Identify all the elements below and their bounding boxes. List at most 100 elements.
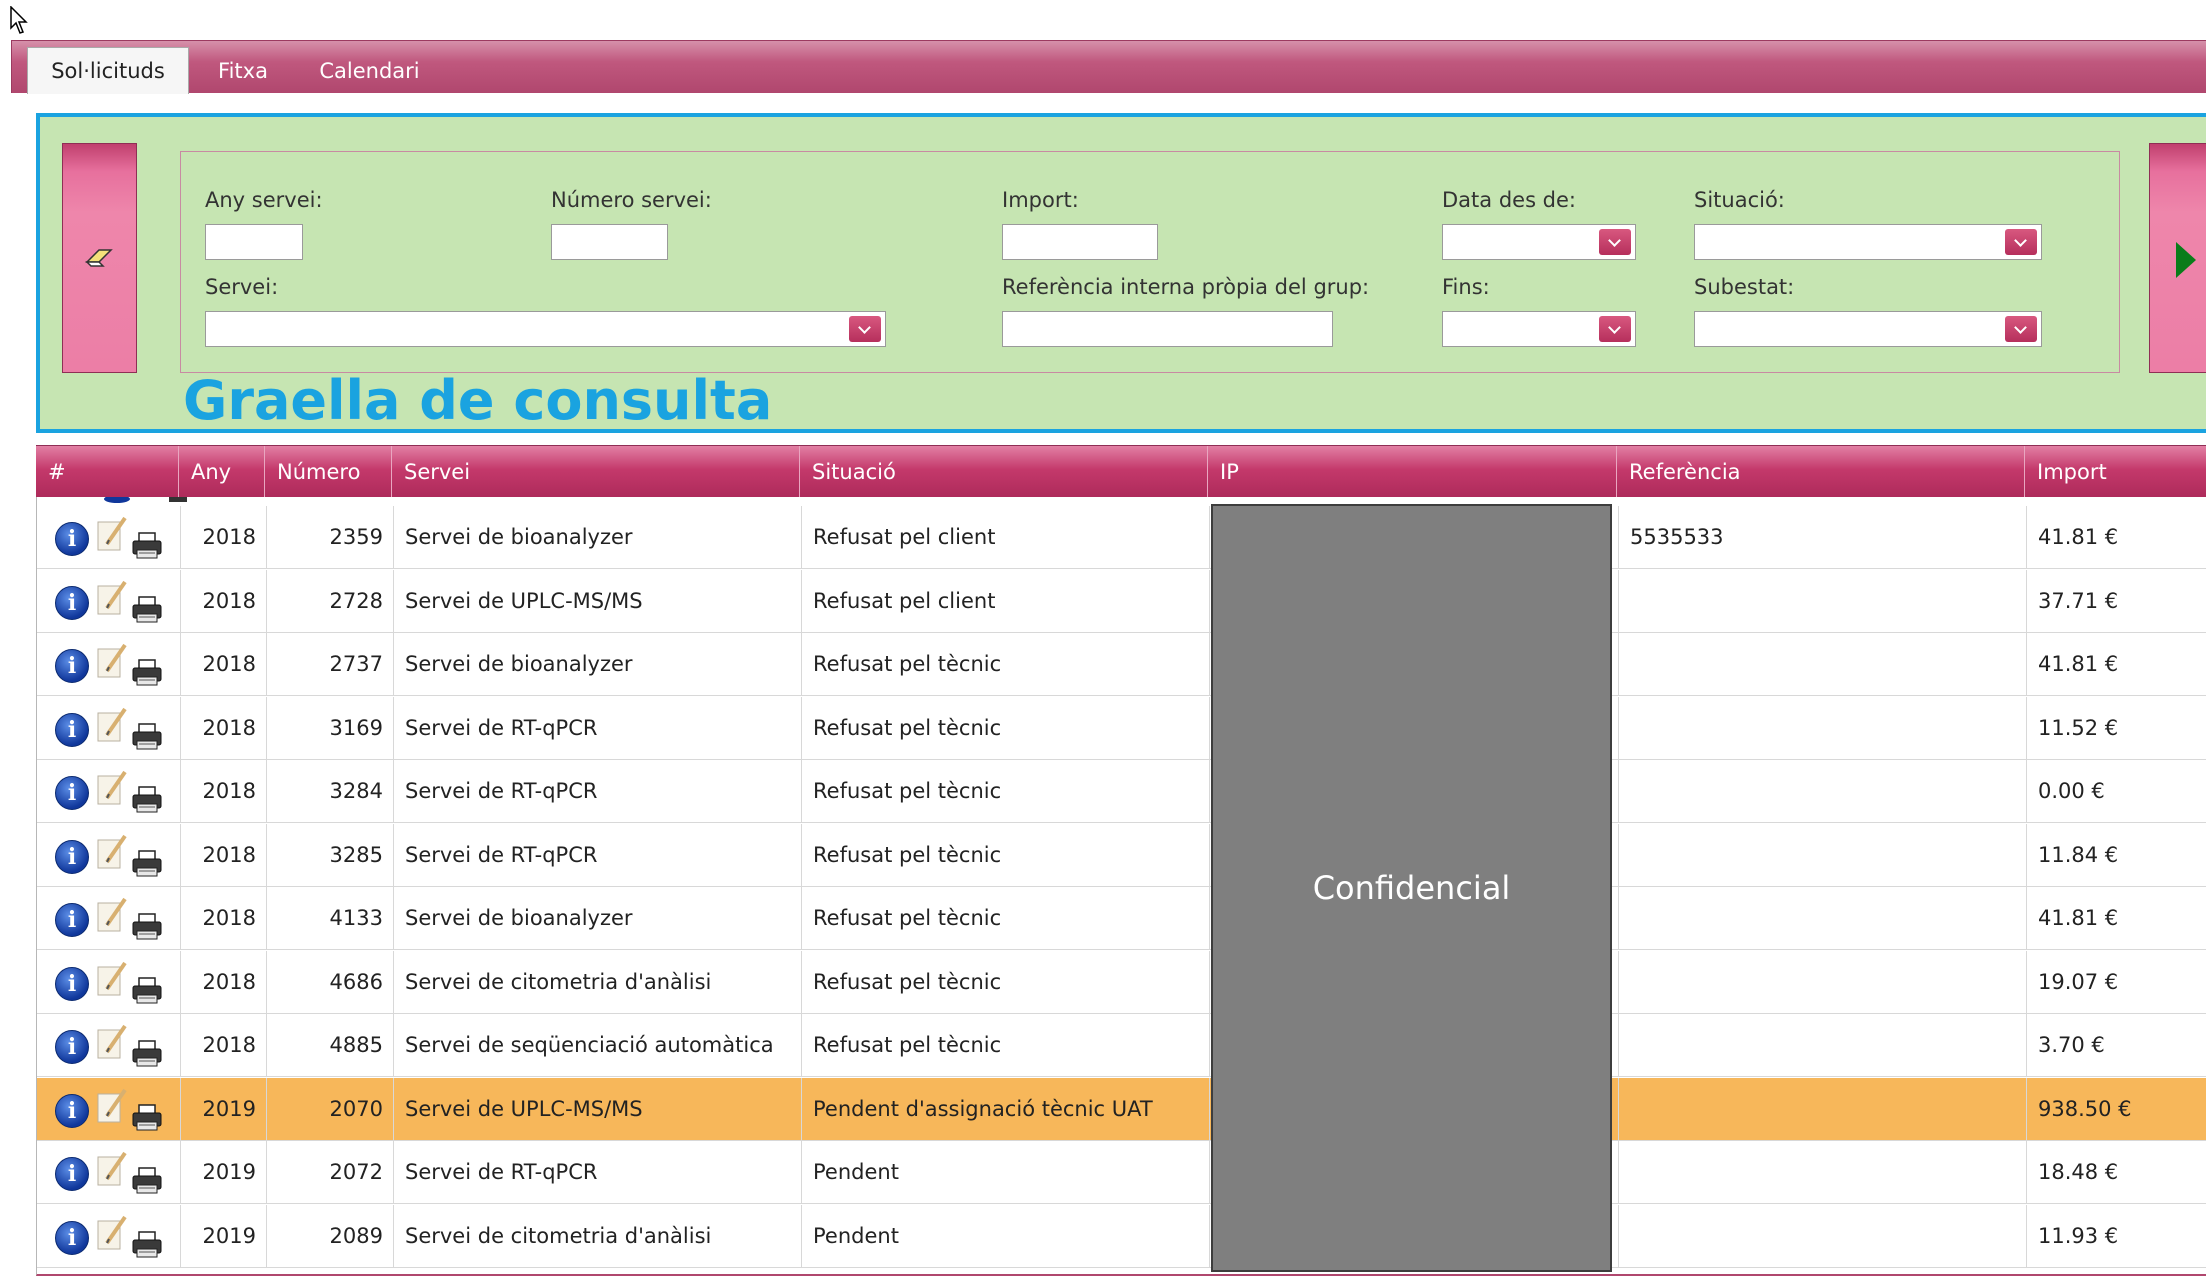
info-icon[interactable]: i	[55, 839, 89, 874]
cell-referencia	[1618, 1141, 2026, 1204]
edit-icon[interactable]	[95, 832, 129, 872]
edit-icon[interactable]	[95, 895, 129, 935]
column-divider	[1209, 696, 1210, 760]
info-icon[interactable]: i	[55, 712, 89, 747]
print-icon[interactable]	[131, 1167, 163, 1195]
cell-any: 2018	[202, 652, 256, 676]
edit-icon[interactable]	[95, 1086, 129, 1126]
print-icon[interactable]	[131, 532, 163, 560]
chevron-down-icon[interactable]	[1599, 229, 1631, 255]
print-icon[interactable]	[131, 595, 163, 624]
edit-icon[interactable]	[95, 1022, 129, 1062]
cell-situacio: Pendent d'assignació tècnic UAT	[813, 1096, 1153, 1121]
fins-label: Fins:	[1442, 275, 1490, 299]
tab-sollicituds[interactable]: Sol·licituds	[27, 47, 189, 94]
cell-any: 2018	[202, 969, 256, 994]
info-icon[interactable]: i	[55, 585, 89, 620]
column-header-situacio[interactable]: Situació	[800, 446, 1208, 498]
data-des-de-select[interactable]	[1442, 224, 1636, 260]
edit-icon[interactable]	[95, 768, 129, 808]
chevron-down-icon[interactable]	[1599, 316, 1631, 342]
print-icon[interactable]	[131, 1103, 163, 1132]
table-row[interactable]: i 2019 2089 Servei de citometria d'anàlisi P…	[37, 1204, 2206, 1268]
table-row[interactable]: i 2018 3285 Servei de RT-qPCR Refusat pel tè…	[37, 823, 2206, 887]
cell-import: 938.50 €	[2038, 1096, 2132, 1121]
cell-referencia	[1618, 697, 2026, 760]
any-servei-label: Any servei:	[205, 188, 323, 212]
column-header-numero[interactable]: Número	[265, 446, 392, 498]
situacio-select[interactable]	[1694, 224, 2042, 260]
table-row[interactable]: i 2019 2072 Servei de RT-qPCR Pendent 18.48 €	[37, 1141, 2206, 1204]
cell-any: 2018	[202, 906, 256, 930]
print-icon[interactable]	[131, 786, 163, 814]
edit-icon[interactable]	[95, 578, 129, 618]
table-row[interactable]: i 2018 2359 Servei de bioanalyzer Refusat pe…	[37, 506, 2206, 569]
info-icon[interactable]: i	[55, 1030, 89, 1064]
info-icon[interactable]: i	[55, 649, 89, 683]
column-header-hash[interactable]: #	[36, 446, 179, 498]
column-header-referencia[interactable]: Referència	[1617, 446, 2025, 498]
edit-icon[interactable]	[95, 1149, 129, 1189]
cell-situacio: Refusat pel tècnic	[813, 969, 1002, 994]
column-header-servei[interactable]: Servei	[392, 446, 800, 498]
column-header-import[interactable]: Import	[2025, 446, 2206, 498]
print-icon[interactable]	[131, 659, 163, 687]
table-row[interactable]: i 2018 3284 Servei de RT-qPCR Refusat pel tè…	[37, 760, 2206, 823]
info-icon[interactable]: i	[55, 903, 89, 937]
play-icon	[2176, 242, 2196, 278]
numero-servei-input[interactable]	[551, 224, 668, 260]
chevron-down-icon[interactable]	[2005, 316, 2037, 342]
table-row[interactable]: i 2018 4133 Servei de bioanalyzer Refusat pe…	[37, 887, 2206, 950]
column-header-ip[interactable]: IP	[1208, 446, 1617, 498]
any-servei-input[interactable]	[205, 224, 303, 260]
table-row[interactable]: i 2018 4686 Servei de citometria d'anàlisi R…	[37, 950, 2206, 1014]
cell-referencia	[1618, 633, 2026, 696]
fins-select[interactable]	[1442, 311, 1636, 347]
print-icon[interactable]	[131, 722, 163, 751]
run-search-button[interactable]	[2149, 143, 2206, 373]
cell-referencia	[1618, 760, 2026, 823]
clear-filters-button[interactable]	[62, 143, 137, 373]
cell-import: 18.48 €	[2038, 1160, 2119, 1184]
column-divider	[1209, 760, 1210, 823]
info-icon[interactable]: i	[55, 1220, 89, 1255]
table-row[interactable]: i 2019 2070 Servei de UPLC-MS/MS Pendent d'a…	[37, 1077, 2206, 1141]
cell-servei: Servei de UPLC-MS/MS	[405, 1096, 643, 1121]
info-icon[interactable]: i	[55, 1093, 89, 1128]
print-icon[interactable]	[131, 913, 163, 941]
cell-servei: Servei de bioanalyzer	[405, 906, 633, 930]
cell-referencia	[1618, 951, 2026, 1014]
chevron-down-icon[interactable]	[849, 316, 881, 342]
print-icon[interactable]	[131, 1040, 163, 1068]
filter-fields: Any servei: Número servei: Import: Data …	[180, 151, 2120, 373]
table-row[interactable]: i 2018 4885 Servei de seqüenciació automàti…	[37, 1014, 2206, 1077]
info-icon[interactable]: i	[55, 776, 89, 810]
table-row[interactable]: i 2018 2737 Servei de bioanalyzer Refusat pe…	[37, 633, 2206, 696]
info-icon[interactable]: i	[55, 522, 89, 556]
subestat-select[interactable]	[1694, 311, 2042, 347]
table-row[interactable]: i 2018 2728 Servei de UPLC-MS/MS Refusat pel…	[37, 569, 2206, 633]
edit-icon[interactable]	[95, 641, 129, 681]
table-row[interactable]: i 2018 3169 Servei de RT-qPCR Refusat pel tè…	[37, 696, 2206, 760]
tab-calendari[interactable]: Calendari	[312, 49, 427, 93]
info-icon[interactable]: i	[55, 1157, 89, 1191]
cell-situacio: Refusat pel tècnic	[813, 779, 1002, 803]
print-icon[interactable]	[131, 849, 163, 878]
cell-servei: Servei de RT-qPCR	[405, 1160, 598, 1184]
print-icon[interactable]	[131, 1230, 163, 1259]
filter-panel: Any servei: Número servei: Import: Data …	[36, 113, 2206, 433]
tab-fitxa[interactable]: Fitxa	[207, 49, 279, 93]
referencia-input[interactable]	[1002, 311, 1333, 347]
edit-icon[interactable]	[95, 705, 129, 745]
column-header-any[interactable]: Any	[179, 446, 265, 498]
edit-icon[interactable]	[95, 514, 129, 554]
print-icon[interactable]	[131, 976, 163, 1005]
edit-icon[interactable]	[95, 959, 129, 999]
cell-servei: Servei de seqüenciació automàtica	[405, 1033, 774, 1057]
chevron-down-icon[interactable]	[2005, 229, 2037, 255]
edit-icon[interactable]	[95, 1213, 129, 1253]
info-icon[interactable]: i	[55, 966, 89, 1001]
servei-select[interactable]	[205, 311, 886, 347]
import-input[interactable]	[1002, 224, 1158, 260]
cell-any: 2018	[202, 842, 256, 867]
